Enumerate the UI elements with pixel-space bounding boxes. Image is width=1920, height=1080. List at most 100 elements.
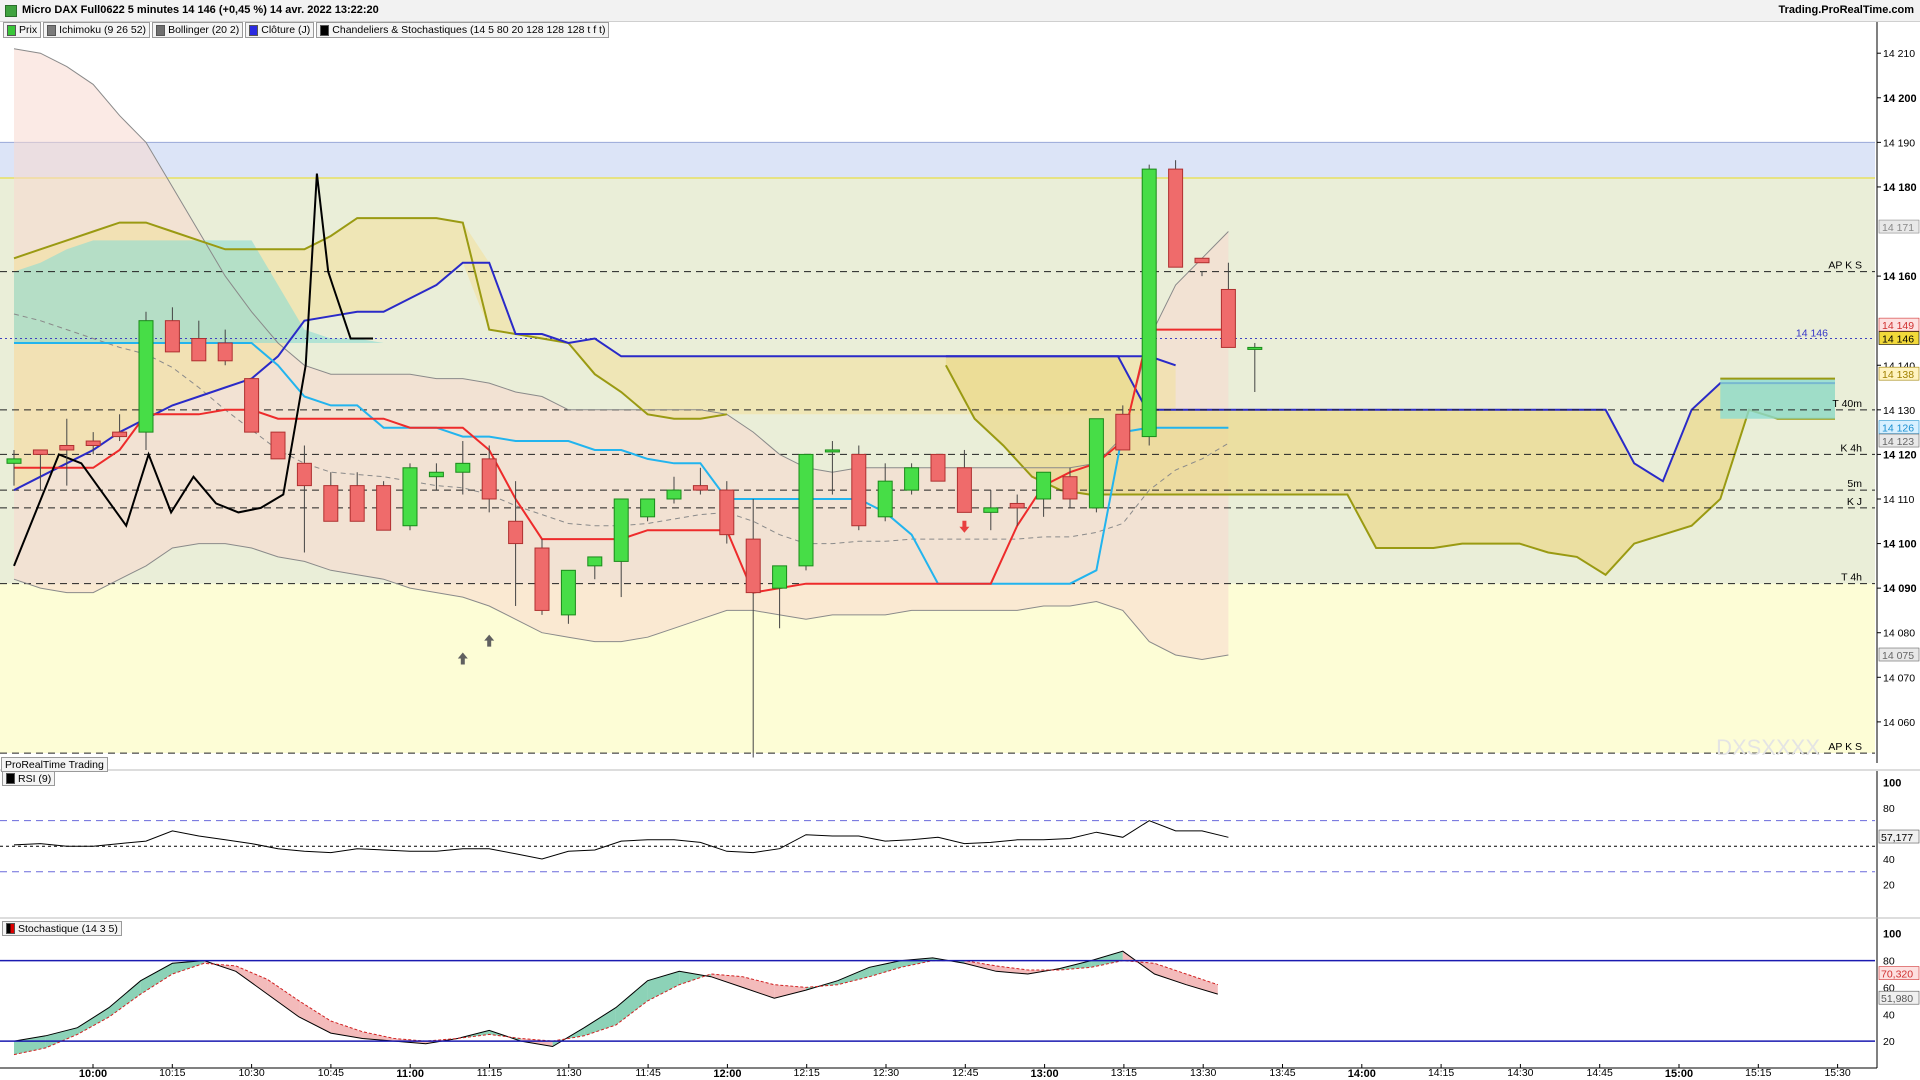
projected-bullish-cloud: [1720, 378, 1835, 419]
time-axis-label: 10:00: [79, 1068, 107, 1080]
candle-body-up: [138, 320, 154, 433]
level-label: T 4h: [1841, 572, 1862, 584]
price-axis-label: 14 120: [1883, 449, 1917, 461]
candle-body-up: [428, 471, 444, 478]
level-label: K J: [1847, 496, 1862, 508]
candle-body-down: [1062, 476, 1078, 500]
candle-body-down: [1009, 502, 1025, 509]
price-tag-label: 14 138: [1882, 369, 1914, 381]
price-axis-label: 14 070: [1883, 672, 1915, 684]
price-axis-label: 14 210: [1883, 48, 1915, 60]
candle-body-down: [191, 338, 207, 362]
time-axis-label: 12:00: [713, 1068, 741, 1080]
stochastic-axis-label: 100: [1883, 929, 1901, 941]
level-label: K 4h: [1840, 442, 1862, 454]
rsi-axis-label: 20: [1883, 879, 1895, 891]
candlestick: [138, 311, 154, 450]
candle-body-down: [164, 320, 180, 353]
stochastic-fill: [837, 967, 870, 985]
candle-body-up: [1088, 418, 1104, 509]
candle-body-up: [877, 480, 893, 518]
price-chart-canvas[interactable]: AP K S T 40m K 4h 5m K J T 4h AP K S 14 146 14 0…: [0, 0, 1920, 1080]
stochastic-fill: [235, 965, 268, 995]
price-tag-label: 14 171: [1882, 222, 1914, 234]
stochastic-fill: [742, 976, 775, 999]
price-axis-label: 14 090: [1883, 583, 1917, 595]
candle-body-down: [1220, 288, 1236, 348]
candlestick: [798, 453, 814, 571]
candle-body-down: [270, 431, 286, 460]
time-axis-label: 11:15: [477, 1067, 503, 1079]
candle-body-up: [1036, 471, 1052, 500]
time-axis-label: 10:30: [238, 1067, 264, 1079]
candle-body-up: [772, 565, 788, 589]
candle-body-down: [745, 538, 761, 594]
rsi-panel-tag[interactable]: RSI (9): [2, 771, 56, 786]
time-axis-label: 14:45: [1587, 1067, 1613, 1079]
stochastic-fill: [869, 960, 901, 977]
candle-body-down: [376, 485, 392, 531]
level-label: AP K S: [1828, 260, 1862, 272]
candle-body-up: [455, 462, 471, 473]
rsi-color-swatch: [6, 773, 15, 784]
price-tag-label: 14 123: [1882, 436, 1914, 448]
candle-body-down: [930, 453, 946, 482]
time-axis-label: 10:45: [318, 1067, 344, 1079]
candle-body-up: [587, 556, 603, 567]
time-axis-label: 14:15: [1428, 1067, 1454, 1079]
candle-body-up: [1247, 346, 1263, 350]
candle-body-down: [296, 462, 312, 487]
candlestick: [1141, 164, 1157, 446]
candle-body-down: [1168, 168, 1184, 268]
time-axis-label: 13:45: [1269, 1067, 1295, 1079]
price-tag-label: 14 149: [1882, 320, 1914, 332]
rsi-axis-label: 80: [1883, 803, 1895, 815]
candle-body-up: [640, 498, 656, 518]
candle-body-up: [824, 449, 840, 453]
candle-body-down: [1115, 413, 1131, 451]
candle-body-down: [32, 449, 48, 455]
source-label: ProRealTime Trading: [1, 757, 108, 772]
stochastic-fill: [1186, 974, 1218, 995]
price-axis-label: 14 100: [1883, 539, 1917, 551]
stochastic-fill: [615, 980, 648, 1025]
stochastic-value-label: 51,980: [1881, 993, 1913, 1005]
candle-body-up: [560, 569, 576, 616]
candle-body-down: [1194, 257, 1210, 264]
price-tag-label: 14 075: [1882, 650, 1914, 662]
level-label: T 40m: [1832, 398, 1862, 410]
candlestick: [402, 463, 418, 531]
candlestick: [376, 481, 392, 531]
time-axis-label: 14:30: [1507, 1067, 1533, 1079]
rsi-axis-label: 40: [1883, 854, 1895, 866]
candlestick: [270, 431, 286, 460]
level-label: 5m: [1847, 478, 1862, 490]
time-axis-label: 12:30: [873, 1067, 899, 1079]
price-axis-label: 14 190: [1883, 137, 1915, 149]
candle-body-up: [904, 467, 920, 491]
time-axis-label: 11:45: [635, 1067, 661, 1079]
rsi-line: [13, 820, 1229, 860]
time-axis-label: 11:30: [556, 1067, 582, 1079]
candlestick: [534, 539, 550, 615]
candle-body-up: [6, 458, 22, 464]
price-tag-label: 14 146: [1882, 334, 1914, 346]
candle-body-down: [112, 431, 128, 438]
candle-body-down: [217, 342, 233, 362]
candle-body-down: [481, 458, 497, 500]
watermark-text: DXSXXXX: [1716, 735, 1820, 760]
candle-body-down: [851, 453, 867, 527]
candlestick: [1168, 160, 1184, 268]
stochastic-fill: [109, 980, 141, 1017]
level-label: AP K S: [1828, 741, 1862, 753]
time-axis-label: 11:00: [396, 1068, 424, 1080]
stochastic-panel-tag[interactable]: Stochastique (14 3 5): [2, 921, 122, 936]
price-axis-label: 14 200: [1883, 93, 1917, 105]
stochastic-fill: [45, 1027, 78, 1048]
candle-body-down: [508, 520, 524, 545]
time-axis-label: 15:30: [1824, 1067, 1850, 1079]
candle-body-down: [719, 489, 735, 536]
time-axis-label: 13:30: [1190, 1067, 1216, 1079]
candlestick: [930, 453, 946, 482]
price-tag-label: 14 126: [1882, 423, 1914, 435]
